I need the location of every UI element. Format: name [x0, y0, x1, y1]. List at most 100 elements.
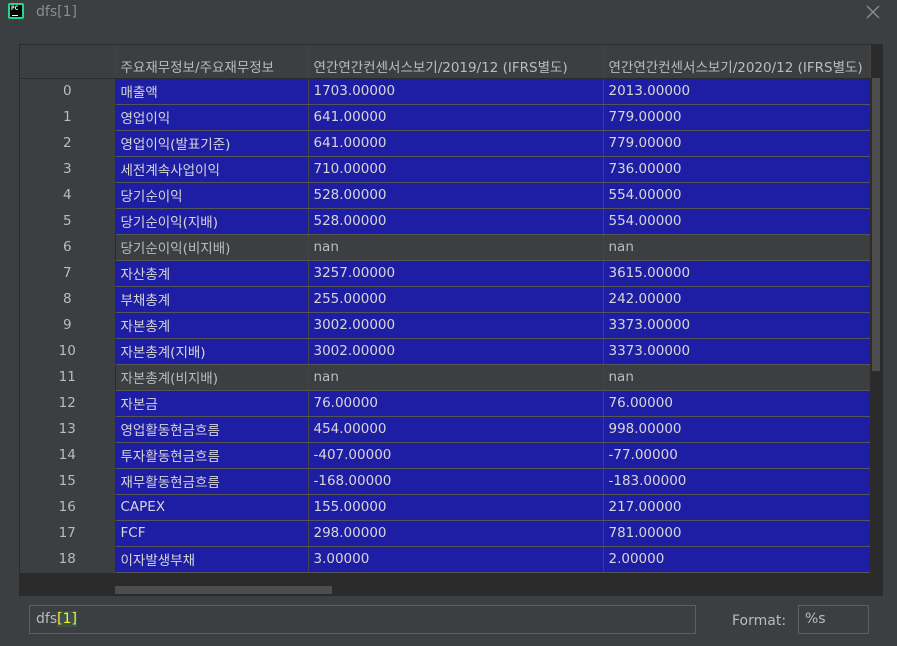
value-2019-cell[interactable]: 641.00000 [308, 104, 604, 131]
value-2020-cell[interactable]: 998.00000 [603, 416, 871, 443]
value-2020-cell[interactable]: 3373.00000 [603, 312, 871, 339]
row-label-cell[interactable]: 자본총계 [115, 312, 309, 339]
dataframe-grid[interactable]: 주요재무정보/주요재무정보 연간연간컨센서스보기/2019/12 (IFRS별도… [19, 44, 883, 596]
column-header-label[interactable]: 주요재무정보/주요재무정보 [115, 45, 309, 79]
row-index[interactable]: 17 [20, 520, 116, 547]
value-2019-cell[interactable]: 255.00000 [308, 286, 604, 313]
value-2020-cell[interactable]: 554.00000 [603, 208, 871, 235]
row-label-cell[interactable]: 세전계속사업이익 [115, 156, 309, 183]
table-row[interactable]: 14 투자활동현금흐름 -407.00000 -77.00000 [20, 442, 871, 469]
table-row[interactable]: 1 영업이익 641.00000 779.00000 [20, 104, 871, 131]
value-2019-cell[interactable]: 454.00000 [308, 416, 604, 443]
value-2019-cell[interactable]: 76.00000 [308, 390, 604, 417]
value-2019-cell[interactable]: 3257.00000 [308, 260, 604, 287]
row-index[interactable]: 4 [20, 182, 116, 209]
value-2020-cell[interactable]: nan [603, 234, 871, 261]
row-label-cell[interactable]: 자본금 [115, 390, 309, 417]
row-index[interactable]: 16 [20, 494, 116, 521]
value-2019-cell[interactable]: nan [308, 364, 604, 391]
horizontal-scroll-thumb[interactable] [115, 586, 332, 594]
index-header[interactable] [20, 45, 116, 79]
table-row[interactable]: 6 당기순이익(비지배) nan nan [20, 234, 871, 261]
value-2020-cell[interactable]: 736.00000 [603, 156, 871, 183]
row-index[interactable]: 13 [20, 416, 116, 443]
value-2019-cell[interactable]: 641.00000 [308, 130, 604, 157]
row-label-cell[interactable]: 자본총계(비지배) [115, 364, 309, 391]
table-row[interactable]: 9 자본총계 3002.00000 3373.00000 [20, 312, 871, 339]
row-index[interactable]: 15 [20, 468, 116, 495]
close-icon[interactable] [865, 4, 881, 20]
row-label-cell[interactable]: 영업이익(발표기준) [115, 130, 309, 157]
table-row[interactable]: 16 CAPEX 155.00000 217.00000 [20, 494, 871, 521]
value-2020-cell[interactable]: -183.00000 [603, 468, 871, 495]
value-2020-cell[interactable]: 779.00000 [603, 130, 871, 157]
value-2020-cell[interactable]: 217.00000 [603, 494, 871, 521]
value-2019-cell[interactable]: 298.00000 [308, 520, 604, 547]
vertical-scroll-thumb[interactable] [872, 78, 880, 371]
vertical-scrollbar[interactable] [870, 78, 882, 583]
value-2020-cell[interactable]: -77.00000 [603, 442, 871, 469]
table-row[interactable]: 12 자본금 76.00000 76.00000 [20, 390, 871, 417]
table-row[interactable]: 11 자본총계(비지배) nan nan [20, 364, 871, 391]
row-label-cell[interactable]: 이자발생부채 [115, 546, 309, 573]
row-label-cell[interactable]: 당기순이익(지배) [115, 208, 309, 235]
value-2020-cell[interactable]: nan [603, 364, 871, 391]
row-index[interactable]: 1 [20, 104, 116, 131]
table-row[interactable]: 4 당기순이익 528.00000 554.00000 [20, 182, 871, 209]
row-index[interactable]: 14 [20, 442, 116, 469]
row-label-cell[interactable]: CAPEX [115, 494, 309, 521]
table-row[interactable]: 0 매출액 1703.00000 2013.00000 [20, 78, 871, 105]
row-index[interactable]: 3 [20, 156, 116, 183]
row-label-cell[interactable]: FCF [115, 520, 309, 547]
row-label-cell[interactable]: 매출액 [115, 78, 309, 105]
column-header-2019[interactable]: 연간연간컨센서스보기/2019/12 (IFRS별도) [308, 45, 604, 79]
value-2019-cell[interactable]: nan [308, 234, 604, 261]
row-label-cell[interactable]: 투자활동현금흐름 [115, 442, 309, 469]
table-row[interactable]: 10 자본총계(지배) 3002.00000 3373.00000 [20, 338, 871, 365]
row-label-cell[interactable]: 당기순이익(비지배) [115, 234, 309, 261]
format-input[interactable]: %s [798, 605, 869, 634]
value-2019-cell[interactable]: 155.00000 [308, 494, 604, 521]
row-label-cell[interactable]: 당기순이익 [115, 182, 309, 209]
horizontal-scrollbar[interactable] [20, 583, 870, 595]
value-2019-cell[interactable]: 528.00000 [308, 182, 604, 209]
row-index[interactable]: 0 [20, 78, 116, 105]
value-2019-cell[interactable]: -407.00000 [308, 442, 604, 469]
row-index[interactable]: 8 [20, 286, 116, 313]
row-label-cell[interactable]: 자본총계(지배) [115, 338, 309, 365]
value-2020-cell[interactable]: 76.00000 [603, 390, 871, 417]
row-index[interactable]: 7 [20, 260, 116, 287]
row-index[interactable]: 2 [20, 130, 116, 157]
table-row[interactable]: 5 당기순이익(지배) 528.00000 554.00000 [20, 208, 871, 235]
row-label-cell[interactable]: 영업활동현금흐름 [115, 416, 309, 443]
row-index[interactable]: 5 [20, 208, 116, 235]
row-index[interactable]: 9 [20, 312, 116, 339]
value-2020-cell[interactable]: 779.00000 [603, 104, 871, 131]
table-row[interactable]: 2 영업이익(발표기준) 641.00000 779.00000 [20, 130, 871, 157]
row-index[interactable]: 6 [20, 234, 116, 261]
row-index[interactable]: 18 [20, 546, 116, 573]
row-label-cell[interactable]: 부채총계 [115, 286, 309, 313]
value-2020-cell[interactable]: 2.00000 [603, 546, 871, 573]
table-row[interactable]: 13 영업활동현금흐름 454.00000 998.00000 [20, 416, 871, 443]
value-2020-cell[interactable]: 781.00000 [603, 520, 871, 547]
row-index[interactable]: 10 [20, 338, 116, 365]
column-header-2020[interactable]: 연간연간컨센서스보기/2020/12 (IFRS별도) [603, 45, 871, 79]
row-label-cell[interactable]: 영업이익 [115, 104, 309, 131]
table-row[interactable]: 17 FCF 298.00000 781.00000 [20, 520, 871, 547]
table-row[interactable]: 7 자산총계 3257.00000 3615.00000 [20, 260, 871, 287]
row-label-cell[interactable]: 재무활동현금흐름 [115, 468, 309, 495]
value-2019-cell[interactable]: 3002.00000 [308, 312, 604, 339]
table-row[interactable]: 3 세전계속사업이익 710.00000 736.00000 [20, 156, 871, 183]
table-row[interactable]: 8 부채총계 255.00000 242.00000 [20, 286, 871, 313]
value-2019-cell[interactable]: 1703.00000 [308, 78, 604, 105]
row-index[interactable]: 12 [20, 390, 116, 417]
value-2020-cell[interactable]: 554.00000 [603, 182, 871, 209]
row-label-cell[interactable]: 자산총계 [115, 260, 309, 287]
value-2019-cell[interactable]: 710.00000 [308, 156, 604, 183]
table-row[interactable]: 18 이자발생부채 3.00000 2.00000 [20, 546, 871, 573]
value-2019-cell[interactable]: 528.00000 [308, 208, 604, 235]
value-2020-cell[interactable]: 3373.00000 [603, 338, 871, 365]
value-2019-cell[interactable]: -168.00000 [308, 468, 604, 495]
value-2019-cell[interactable]: 3.00000 [308, 546, 604, 573]
